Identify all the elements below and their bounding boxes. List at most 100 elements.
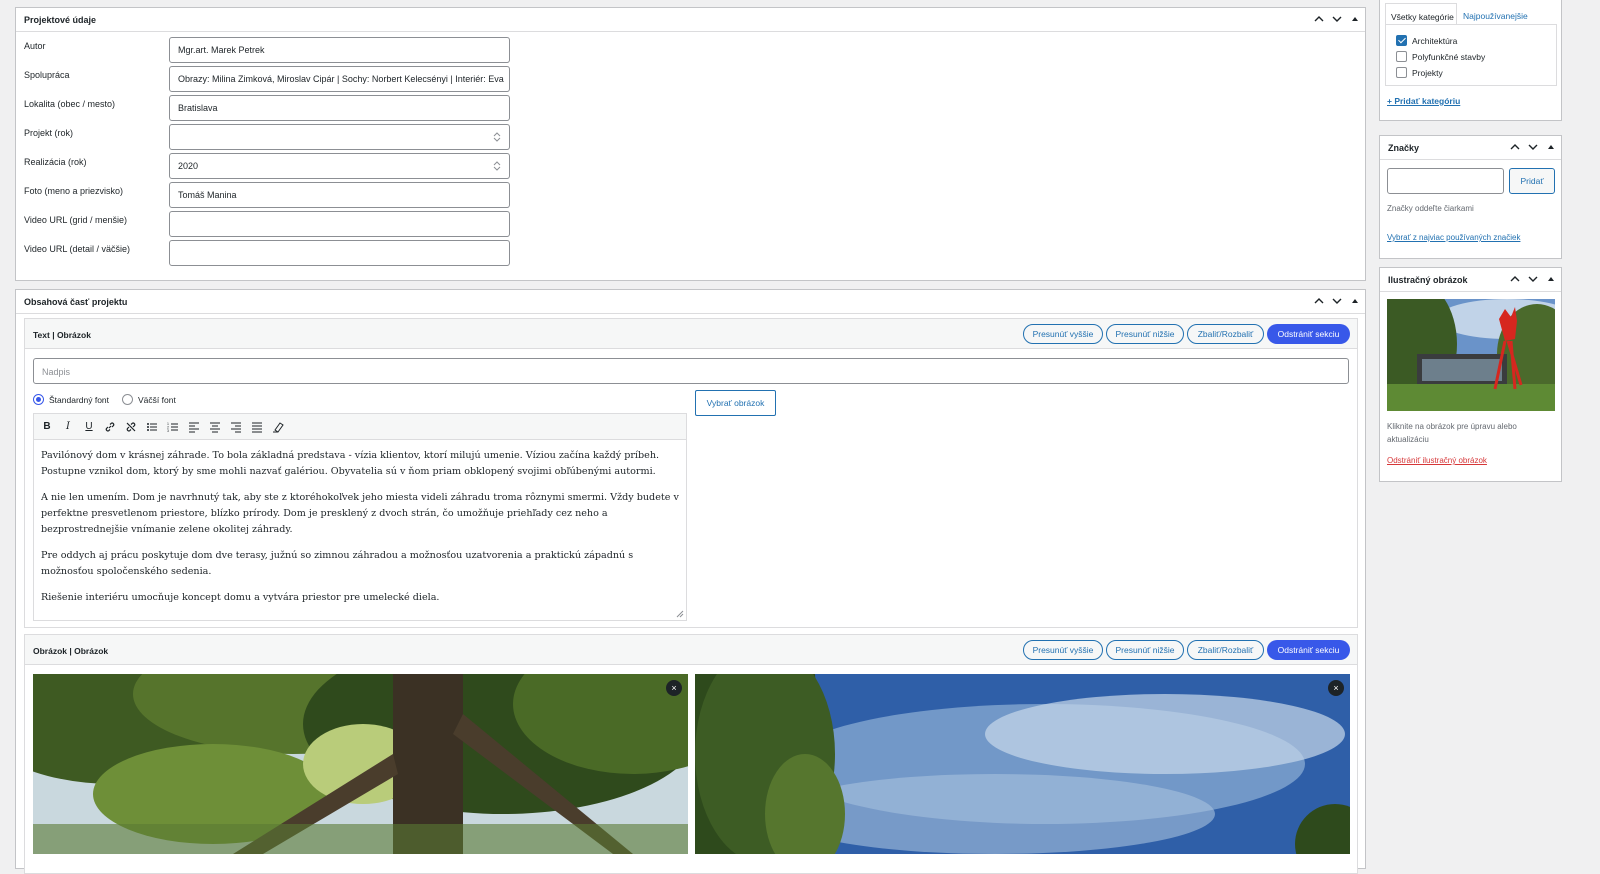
- section-text-image: Text | Obrázok Presunúť vyššie Presunúť …: [24, 318, 1358, 628]
- remove-section-button[interactable]: Odstrániť sekciu: [1267, 324, 1350, 344]
- section-header: Text | Obrázok Presunúť vyššie Presunúť …: [25, 319, 1357, 349]
- category-label: Polyfunkčné stavby: [1412, 51, 1486, 62]
- remove-featured-image-link[interactable]: Odstrániť ilustračný obrázok: [1387, 456, 1487, 465]
- number-spinner-icon[interactable]: [493, 131, 501, 143]
- tags-hint: Značky oddeľte čiarkami: [1387, 204, 1474, 213]
- move-section-down-button[interactable]: Presunúť nižšie: [1106, 324, 1184, 344]
- toggle-panel-icon[interactable]: [1545, 273, 1557, 285]
- editor-paragraph: Pre oddych aj prácu poskytuje dom dve te…: [41, 550, 634, 577]
- editor-paragraph: Pavilónový dom v krásnej záhrade. To bol…: [41, 450, 660, 477]
- panel-title: Projektové údaje: [24, 15, 97, 25]
- right-edge: [1568, 0, 1600, 859]
- collaboration-input[interactable]: Obrazy: Milina Zimková, Miroslav Cipár |…: [169, 66, 510, 92]
- category-checkbox[interactable]: [1396, 35, 1407, 46]
- field-label-author: Autor: [24, 41, 46, 51]
- svg-text:3: 3: [167, 429, 169, 433]
- move-up-icon[interactable]: [1509, 273, 1521, 285]
- editor-resize-handle[interactable]: [676, 610, 684, 618]
- field-label-realization-year: Realizácia (rok): [24, 157, 87, 167]
- font-standard-radio[interactable]: [33, 394, 44, 405]
- category-checkbox[interactable]: [1396, 67, 1407, 78]
- move-down-icon[interactable]: [1331, 13, 1343, 25]
- realization-year-input[interactable]: 2020: [169, 153, 510, 179]
- move-down-icon[interactable]: [1527, 141, 1539, 153]
- move-up-icon[interactable]: [1509, 141, 1521, 153]
- editor-content[interactable]: Pavilónový dom v krásnej záhrade. To bol…: [41, 448, 680, 606]
- left-edge: [0, 0, 3, 859]
- move-section-up-button[interactable]: Presunúť vyššie: [1023, 324, 1103, 344]
- photo-input[interactable]: Tomáš Manina: [169, 182, 510, 208]
- author-input[interactable]: Mgr.art. Marek Petrek: [169, 37, 510, 63]
- move-section-down-button[interactable]: Presunúť nižšie: [1106, 640, 1184, 660]
- section-title: Obrázok | Obrázok: [33, 646, 109, 656]
- move-down-icon[interactable]: [1527, 273, 1539, 285]
- toggle-panel-icon[interactable]: [1349, 295, 1361, 307]
- number-spinner-icon[interactable]: [493, 160, 501, 172]
- font-larger-radio[interactable]: [122, 394, 134, 405]
- panel-header: Značky: [1380, 136, 1561, 160]
- video-grid-input[interactable]: [169, 211, 510, 237]
- link-icon[interactable]: [103, 420, 117, 434]
- align-left-icon[interactable]: [187, 420, 201, 434]
- choose-tags-link[interactable]: Vybrať z najviac používaných značiek: [1387, 233, 1520, 242]
- panel-title: Značky: [1388, 143, 1420, 153]
- add-tag-button[interactable]: Pridať: [1509, 168, 1555, 194]
- featured-image-thumbnail[interactable]: [1387, 299, 1555, 411]
- heading-placeholder: Nadpis: [42, 367, 71, 377]
- editor-toolbar: B I U 123: [34, 414, 686, 440]
- move-up-icon[interactable]: [1313, 13, 1325, 25]
- location-input[interactable]: Bratislava: [169, 95, 510, 121]
- realization-year-value: 2020: [178, 161, 199, 171]
- remove-section-button[interactable]: Odstrániť sekciu: [1267, 640, 1350, 660]
- category-item: Projekty: [1396, 67, 1443, 78]
- underline-icon[interactable]: U: [82, 420, 96, 434]
- category-label: Projekty: [1412, 67, 1443, 78]
- section-image-left[interactable]: ×: [33, 674, 688, 854]
- collapse-section-button[interactable]: Zbaliť/Rozbaliť: [1187, 324, 1264, 344]
- font-larger-label: Väčší font: [138, 394, 176, 405]
- field-label-video-grid: Video URL (grid / menšie): [24, 215, 128, 225]
- section-image-right[interactable]: ×: [695, 674, 1350, 854]
- collapse-section-button[interactable]: Zbaliť/Rozbaliť: [1187, 640, 1264, 660]
- panel-title: Obsahová časť projektu: [24, 297, 128, 307]
- bold-icon[interactable]: B: [40, 420, 54, 434]
- categories-tabs: Všetky kategórie Najpoužívanejšie: [1385, 3, 1557, 25]
- category-item: Architektúra: [1396, 35, 1457, 46]
- tag-input[interactable]: [1387, 168, 1504, 194]
- section-title: Text | Obrázok: [33, 330, 91, 340]
- category-checkbox[interactable]: [1396, 51, 1407, 62]
- heading-input[interactable]: Nadpis: [33, 358, 1349, 384]
- move-up-icon[interactable]: [1313, 295, 1325, 307]
- bullet-list-icon[interactable]: [145, 420, 159, 434]
- toggle-panel-icon[interactable]: [1349, 13, 1361, 25]
- video-detail-input[interactable]: [169, 240, 510, 266]
- editor-paragraph: Riešenie interiéru umocňuje koncept domu…: [41, 592, 440, 603]
- choose-image-button[interactable]: Vybrať obrázok: [695, 390, 776, 416]
- toggle-panel-icon[interactable]: [1545, 141, 1557, 153]
- italic-icon[interactable]: I: [61, 420, 75, 434]
- field-label-collaboration: Spolupráca: [24, 70, 70, 80]
- tab-all-categories[interactable]: Všetky kategórie: [1385, 3, 1457, 25]
- tags-panel: Značky Pridať Značky oddeľte čiarkami Vy…: [1379, 135, 1562, 259]
- add-category-link[interactable]: + Pridať kategóriu: [1387, 96, 1460, 106]
- tab-most-used[interactable]: Najpoužívanejšie: [1463, 11, 1528, 21]
- move-down-icon[interactable]: [1331, 295, 1343, 307]
- content-panel: Obsahová časť projektu Text | Obrázok Pr…: [15, 289, 1366, 874]
- numbered-list-icon[interactable]: 123: [166, 420, 180, 434]
- categories-list: Architektúra Polyfunkčné stavby Projekty: [1385, 24, 1557, 86]
- panel-header: Obsahová časť projektu: [16, 290, 1365, 314]
- project-details-panel: Projektové údaje Autor Mgr.art. Marek Pe…: [15, 7, 1366, 281]
- remove-image-icon[interactable]: ×: [666, 680, 682, 696]
- align-center-icon[interactable]: [208, 420, 222, 434]
- align-justify-icon[interactable]: [250, 420, 264, 434]
- unlink-icon[interactable]: [124, 420, 138, 434]
- panel-title: Ilustračný obrázok: [1388, 275, 1468, 285]
- font-radio-group: Štandardný font Väčší font: [33, 394, 176, 405]
- align-right-icon[interactable]: [229, 420, 243, 434]
- clear-formatting-icon[interactable]: [271, 420, 285, 434]
- project-year-input[interactable]: [169, 124, 510, 150]
- move-section-up-button[interactable]: Presunúť vyššie: [1023, 640, 1103, 660]
- field-label-photo: Foto (meno a priezvisko): [24, 186, 124, 196]
- remove-image-icon[interactable]: ×: [1328, 680, 1344, 696]
- category-item: Polyfunkčné stavby: [1396, 51, 1485, 62]
